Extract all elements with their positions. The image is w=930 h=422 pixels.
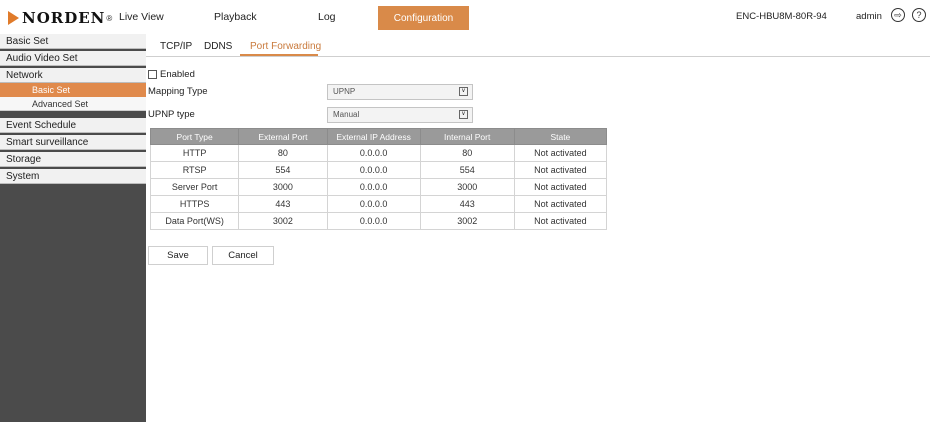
upnp-type-select[interactable]: Manual ∨: [327, 107, 473, 123]
mapping-type-label: Mapping Type: [148, 86, 208, 97]
sidebar-item-smart-surveillance[interactable]: Smart surveillance: [0, 135, 146, 150]
enabled-row: Enabled: [148, 69, 195, 80]
nav-playback[interactable]: Playback: [214, 11, 257, 23]
logo-text: NORDEN: [22, 9, 106, 27]
cell-external-port: 554: [238, 161, 328, 179]
sidebar-subitem-advanced-set[interactable]: Advanced Set: [0, 97, 146, 111]
logout-icon[interactable]: ⇨: [891, 8, 905, 22]
cell-external-ip: 0.0.0.0: [326, 144, 421, 162]
top-bar: NORDEN ® Live View Playback Log Configur…: [0, 0, 930, 34]
table-row[interactable]: HTTP 80 0.0.0.0 80 Not activated: [149, 144, 608, 162]
cell-external-ip: 0.0.0.0: [326, 161, 421, 179]
column-header-port-type: Port Type: [149, 128, 240, 145]
nav-log[interactable]: Log: [318, 11, 336, 23]
enabled-checkbox[interactable]: [148, 70, 157, 79]
logo-arrow-icon: [8, 11, 19, 25]
column-header-external-port: External Port: [238, 128, 328, 145]
sidebar-item-storage[interactable]: Storage: [0, 152, 146, 167]
table-row[interactable]: Data Port(WS) 3002 0.0.0.0 3002 Not acti…: [149, 212, 608, 230]
tab-port-forwarding[interactable]: Port Forwarding: [250, 41, 321, 52]
logo-registered-mark: ®: [106, 13, 113, 23]
cell-external-ip: 0.0.0.0: [326, 178, 421, 196]
cell-external-port: 80: [238, 144, 328, 162]
cell-internal-port: 3002: [419, 212, 515, 230]
mapping-type-value: UPNP: [333, 87, 356, 96]
upnp-type-value: Manual: [333, 110, 360, 119]
table-row[interactable]: RTSP 554 0.0.0.0 554 Not activated: [149, 161, 608, 179]
cell-internal-port: 3000: [419, 178, 515, 196]
cell-internal-port: 443: [419, 195, 515, 213]
cell-port-type: Server Port: [149, 178, 240, 196]
tab-bar: TCP/IP DDNS Port Forwarding: [146, 34, 930, 57]
cell-state: Not activated: [513, 195, 608, 213]
cell-internal-port: 554: [419, 161, 515, 179]
upnp-type-label: UPNP type: [148, 109, 195, 120]
help-icon[interactable]: ?: [912, 8, 926, 22]
cell-state: Not activated: [513, 144, 608, 162]
tab-tcpip[interactable]: TCP/IP: [160, 41, 192, 52]
cell-external-ip: 0.0.0.0: [326, 195, 421, 213]
cell-external-port: 3002: [238, 212, 328, 230]
enabled-label: Enabled: [160, 69, 195, 80]
chevron-down-icon: ∨: [459, 87, 468, 96]
cell-port-type: RTSP: [149, 161, 240, 179]
cell-external-ip: 0.0.0.0: [326, 212, 421, 230]
cell-port-type: HTTP: [149, 144, 240, 162]
column-header-internal-port: Internal Port: [419, 128, 515, 145]
cell-port-type: HTTPS: [149, 195, 240, 213]
table-row[interactable]: Server Port 3000 0.0.0.0 3000 Not activa…: [149, 178, 608, 196]
column-header-state: State: [513, 128, 608, 145]
tab-ddns[interactable]: DDNS: [204, 41, 232, 52]
nav-configuration[interactable]: Configuration: [378, 6, 469, 30]
cancel-button[interactable]: Cancel: [212, 246, 274, 265]
cell-state: Not activated: [513, 212, 608, 230]
device-name: ENC-HBU8M-80R-94: [736, 11, 827, 22]
nav-live-view[interactable]: Live View: [119, 11, 164, 23]
sidebar-item-basic-set[interactable]: Basic Set: [0, 34, 146, 49]
save-button[interactable]: Save: [148, 246, 208, 265]
mapping-type-select[interactable]: UPNP ∨: [327, 84, 473, 100]
user-name: admin: [856, 11, 882, 22]
cell-internal-port: 80: [419, 144, 515, 162]
sidebar: Basic Set Audio Video Set Network Basic …: [0, 34, 146, 422]
cell-state: Not activated: [513, 178, 608, 196]
cell-state: Not activated: [513, 161, 608, 179]
table-row[interactable]: HTTPS 443 0.0.0.0 443 Not activated: [149, 195, 608, 213]
column-header-external-ip: External IP Address: [326, 128, 421, 145]
sidebar-item-network[interactable]: Network: [0, 68, 146, 83]
cell-port-type: Data Port(WS): [149, 212, 240, 230]
brand-logo: NORDEN ®: [8, 9, 112, 27]
port-mapping-table: Port Type External Port External IP Addr…: [149, 128, 608, 230]
port-forwarding-panel: Enabled Mapping Type UPNP ∨ UPNP type Ma…: [146, 56, 930, 422]
chevron-down-icon: ∨: [459, 110, 468, 119]
cell-external-port: 3000: [238, 178, 328, 196]
cell-external-port: 443: [238, 195, 328, 213]
sidebar-item-event-schedule[interactable]: Event Schedule: [0, 118, 146, 133]
sidebar-item-system[interactable]: System: [0, 169, 146, 184]
sidebar-subitem-basic-set[interactable]: Basic Set: [0, 83, 146, 97]
sidebar-item-audio-video-set[interactable]: Audio Video Set: [0, 51, 146, 66]
table-header-row: Port Type External Port External IP Addr…: [149, 128, 608, 145]
